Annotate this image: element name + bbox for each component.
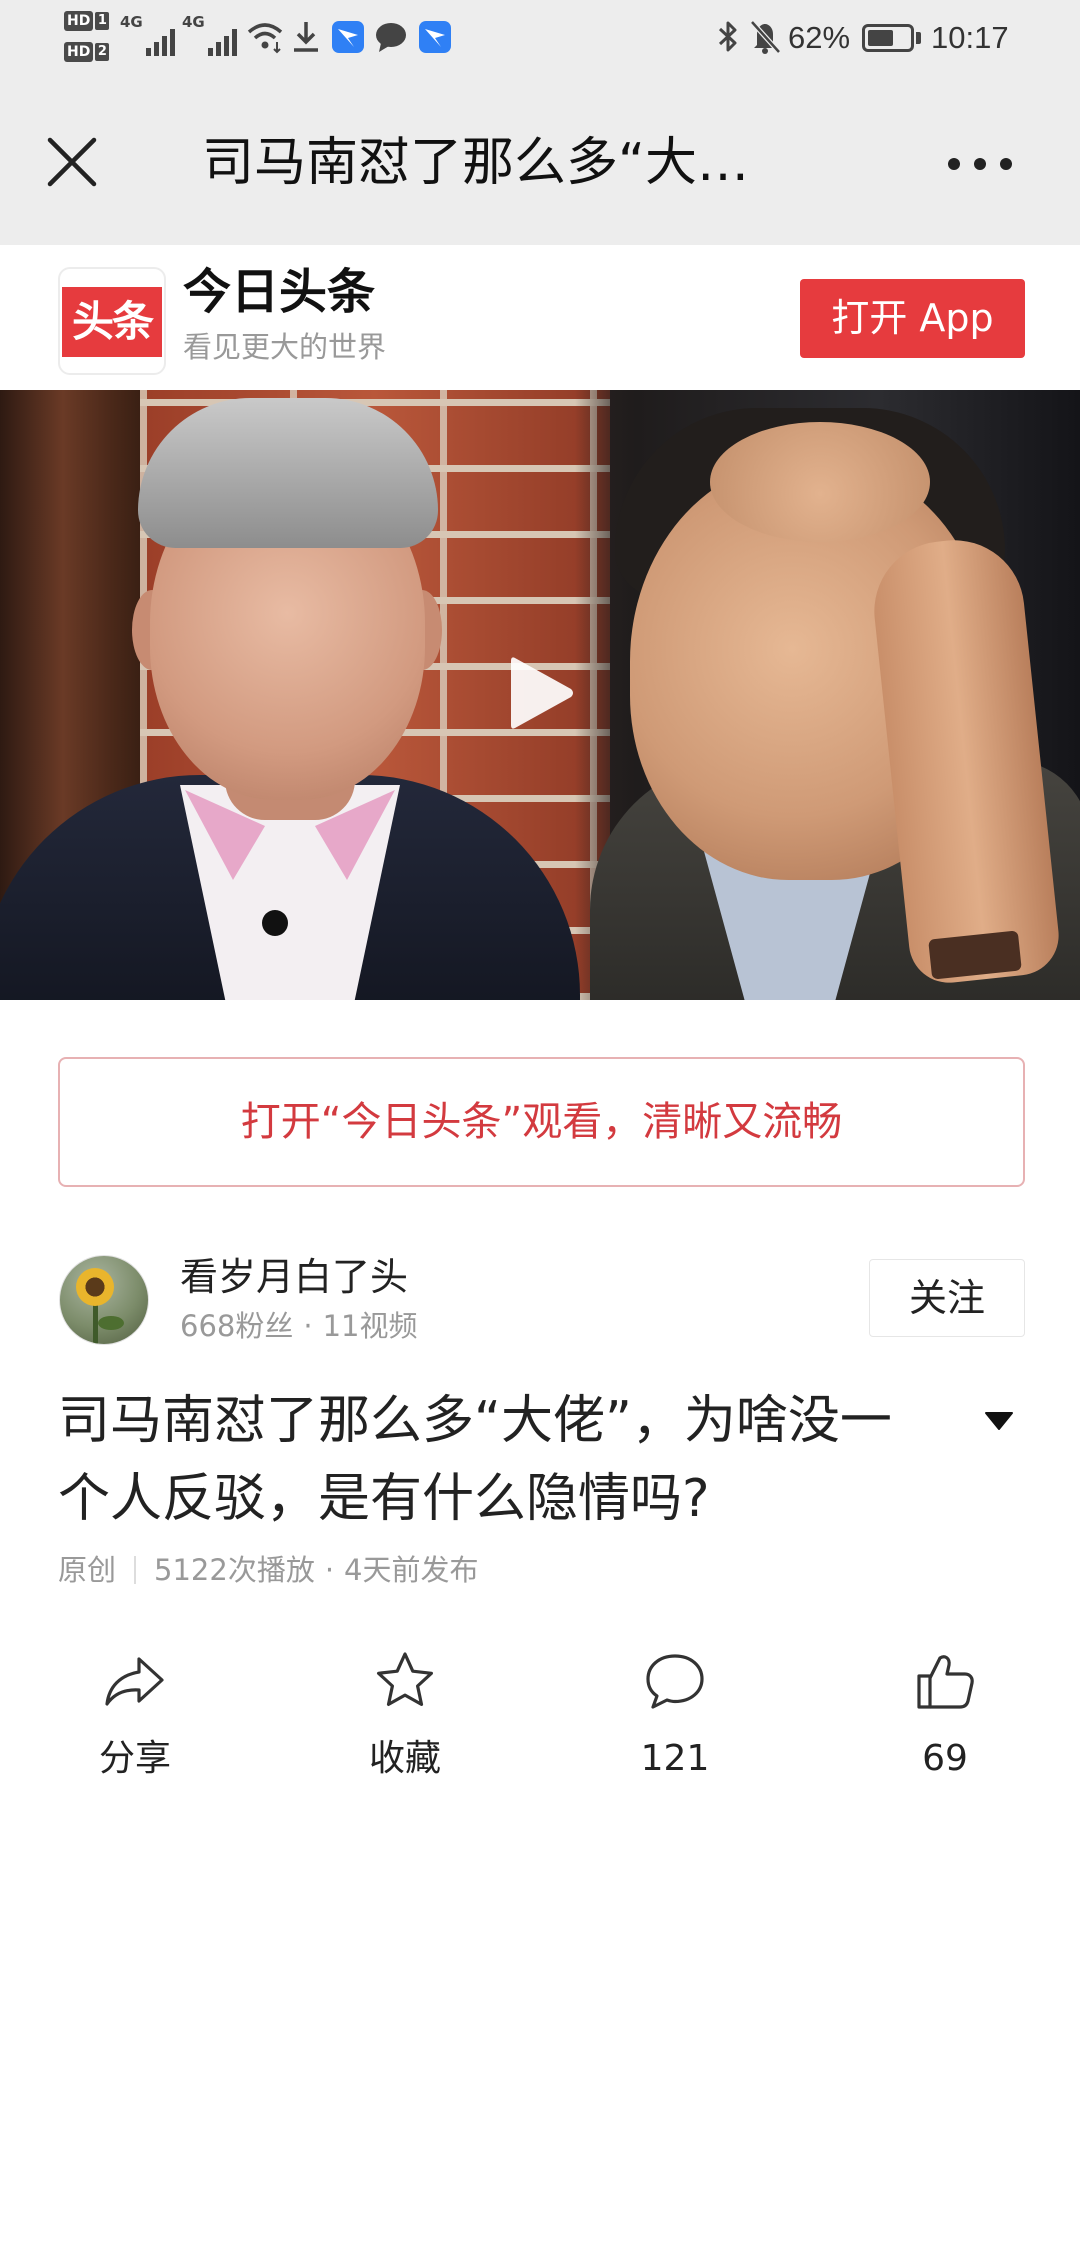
play-count: 5122次播放 (154, 1553, 315, 1587)
avatar-sunflower-leaf (98, 1316, 124, 1330)
open-app-button[interactable]: 打开 App (800, 279, 1025, 358)
hd-badge: HD (64, 11, 94, 31)
toutiao-logo: 头条 (58, 267, 166, 375)
sim-row: HD 2 (64, 39, 114, 65)
thumbs-up-icon (917, 1655, 974, 1709)
sim-slot-label: 1 (95, 12, 110, 30)
separator-dot: · (324, 1553, 335, 1587)
network-type-label: 4G (182, 13, 205, 31)
signal-bars-icon: 4G (182, 14, 238, 56)
hd-badge: HD (64, 42, 94, 62)
app-download-banner: 头条 今日头条 看见更大的世界 打开 App (0, 245, 1080, 390)
battery-level-fill (868, 30, 893, 46)
publish-time: 4天前发布 (344, 1553, 479, 1587)
dual-sim-indicator: HD 1 HD 2 (64, 8, 114, 70)
caret-down-icon[interactable] (984, 1410, 1014, 1432)
battery-icon (862, 24, 914, 52)
signal-bars-icon: 4G (120, 14, 176, 56)
message-bubble-icon (376, 23, 406, 52)
left-person-hair (138, 398, 438, 548)
battery-level-track (868, 30, 908, 46)
status-bar: HD 1 HD 2 4G 4G 62% 10:17 (0, 0, 1080, 80)
right-person-forehead (710, 422, 930, 542)
network-type-label: 4G (120, 13, 143, 31)
action-label: 分享 (98, 1738, 171, 1779)
follow-button[interactable]: 关注 (869, 1259, 1025, 1337)
avatar[interactable] (59, 1255, 149, 1345)
like-button[interactable]: 69 (810, 1645, 1080, 1795)
follower-count: 668粉丝 (180, 1309, 294, 1343)
battery-cap (916, 32, 921, 44)
avatar-sunflower (76, 1268, 114, 1306)
app-name: 今日头条 (183, 264, 376, 320)
favorite-button[interactable]: 收藏 (270, 1645, 540, 1795)
download-icon (294, 22, 318, 52)
sim-slot-label: 2 (95, 43, 110, 61)
star-icon (376, 1652, 434, 1707)
page-title: 司马南怼了那么多“大… (202, 133, 749, 193)
more-dots-icon (948, 158, 1012, 170)
logo-red-block: 头条 (62, 287, 162, 357)
author-stats: 668粉丝 · 11视频 (180, 1306, 417, 1346)
title-bar: 司马南怼了那么多“大… (0, 80, 1080, 245)
close-button[interactable] (40, 130, 104, 194)
original-tag: 原创 (58, 1553, 117, 1587)
meta-divider (134, 1556, 137, 1584)
app-notification-icon (419, 21, 451, 53)
comment-button[interactable]: 121 (540, 1645, 810, 1795)
comment-count: 121 (640, 1738, 710, 1779)
logo-text: 头条 (71, 297, 154, 346)
separator-dot: · (303, 1309, 313, 1343)
battery-percent: 62% (788, 20, 851, 55)
play-icon[interactable] (507, 652, 577, 734)
video-meta: 原创 5122次播放 · 4天前发布 (58, 1550, 479, 1590)
app-notification-icon (332, 21, 364, 53)
open-in-app-prompt[interactable]: 打开“今日头条”观看，清晰又流畅 (58, 1057, 1025, 1187)
comment-icon (646, 1654, 704, 1709)
lapel-microphone (262, 910, 288, 936)
app-slogan: 看见更大的世界 (183, 330, 387, 364)
more-button[interactable] (940, 142, 1020, 186)
avatar-sunflower-stem (93, 1304, 98, 1344)
bluetooth-icon (718, 21, 737, 52)
video-title: 司马南怼了那么多“大佬”，为啥没一个人反驳，是有什么隐情吗? (58, 1391, 892, 1529)
action-bar: 分享 收藏 121 69 (0, 1645, 1080, 1795)
sim-row: HD 1 (64, 8, 114, 34)
author-name[interactable]: 看岁月白了头 (180, 1253, 408, 1301)
like-count: 69 (922, 1738, 968, 1779)
page: HD 1 HD 2 4G 4G 62% 10:17 司马南怼了那么多“大… 头条… (0, 0, 1080, 2264)
video-count: 11视频 (322, 1309, 418, 1343)
video-player-thumbnail[interactable] (0, 390, 1080, 1000)
bell-muted-icon (750, 20, 781, 54)
wifi-icon (247, 23, 283, 54)
action-label: 收藏 (368, 1738, 441, 1779)
close-icon (47, 137, 97, 187)
share-icon (105, 1657, 164, 1706)
clock: 10:17 (931, 20, 1009, 55)
share-button[interactable]: 分享 (0, 1645, 270, 1795)
